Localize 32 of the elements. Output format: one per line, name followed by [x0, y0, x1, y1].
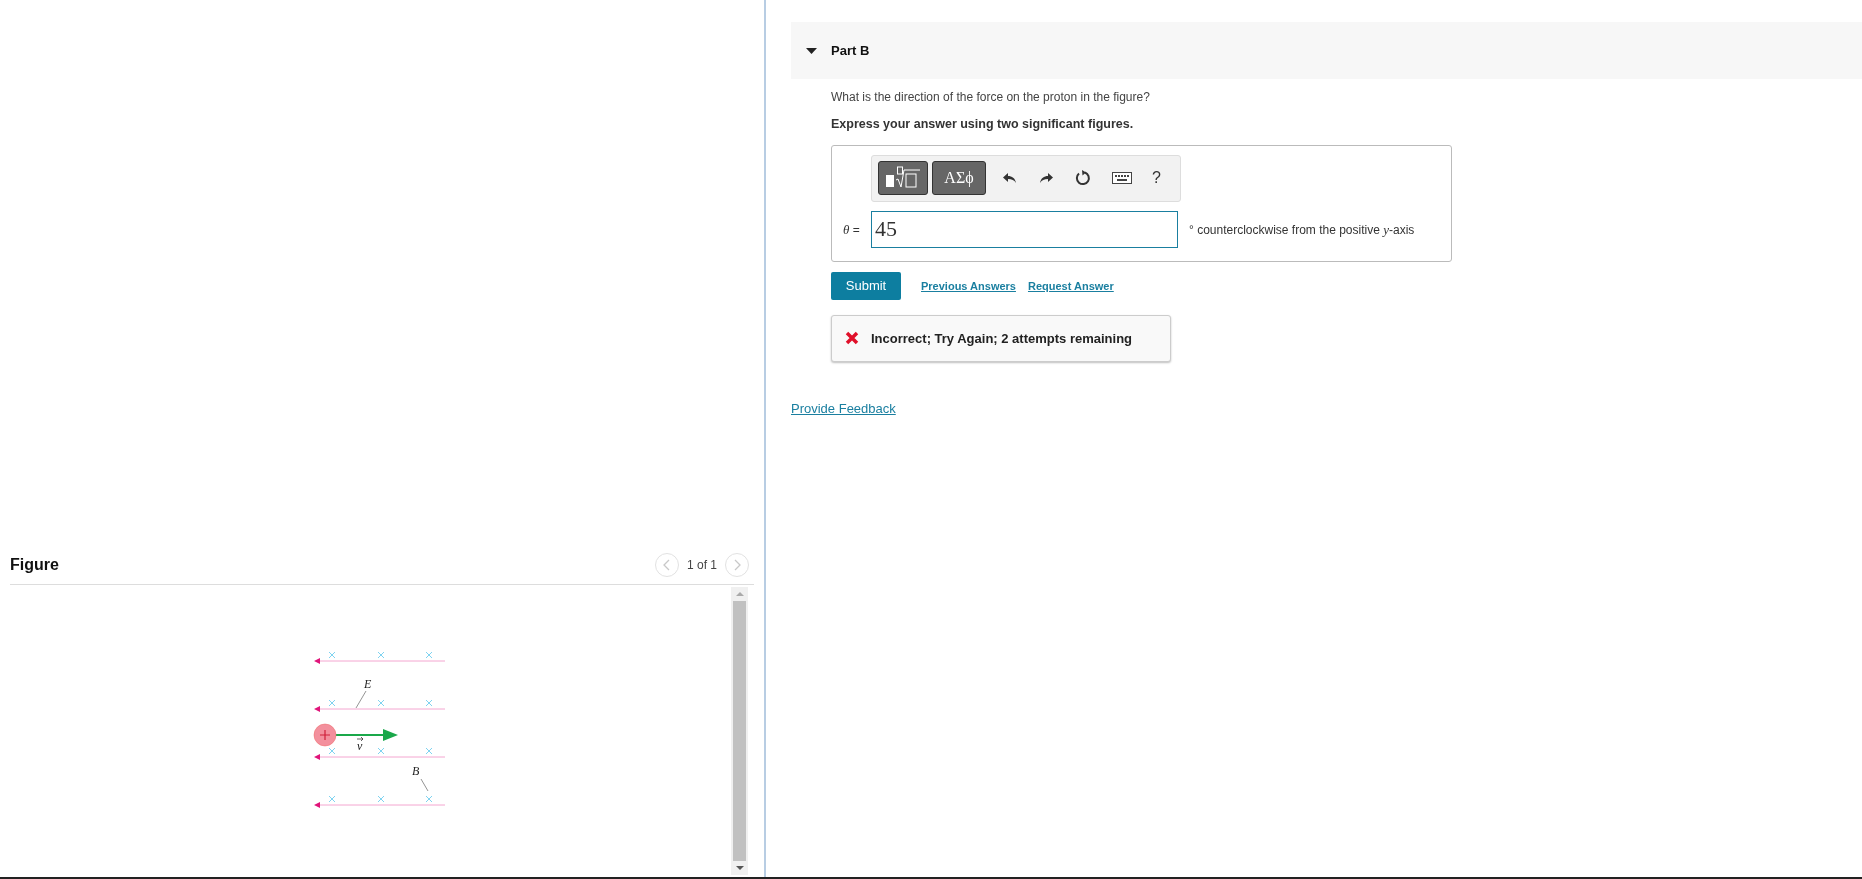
- instruction-text: Express your answer using two significant figures.: [831, 116, 1134, 133]
- fraction-root-icon: [884, 166, 922, 191]
- unit-text: ° counterclockwise from the positive y-axis: [1189, 220, 1415, 239]
- page-indicator: 1 of 1: [686, 557, 717, 574]
- leader-line: [420, 778, 429, 792]
- caret-down-icon: [806, 46, 817, 55]
- chevron-left-icon: [662, 559, 671, 571]
- vector-arrow-icon: [356, 736, 364, 742]
- proton-drawing: [313, 723, 337, 747]
- scrollbar[interactable]: [731, 587, 748, 875]
- figure-label: E: [364, 677, 372, 691]
- symbols-button[interactable]: ΑΣϕ: [932, 161, 986, 196]
- feedback-text: Incorrect; Try Again; 2 attempts remaining: [871, 329, 1133, 348]
- provide-feedback-link[interactable]: Provide Feedback: [791, 398, 896, 419]
- answer-input[interactable]: 45: [871, 210, 1178, 248]
- help-button[interactable]: ?: [1152, 166, 1161, 191]
- figure-label: B: [412, 764, 420, 778]
- figure-title: Figure: [10, 555, 59, 575]
- cross-icon: [845, 331, 859, 346]
- leader-line: [355, 690, 367, 709]
- variable-label: θ =: [843, 220, 861, 239]
- keyboard-icon[interactable]: [1112, 172, 1132, 185]
- chevron-right-icon: [733, 559, 741, 571]
- question-text: What is the direction of the force on the proton in the figure?: [831, 89, 1150, 106]
- reset-icon[interactable]: [1074, 169, 1092, 188]
- figure-label: v: [357, 739, 363, 753]
- templates-button[interactable]: [878, 161, 928, 196]
- scrollbar-thumb[interactable]: [733, 601, 746, 861]
- submit-button[interactable]: Submit: [831, 271, 901, 300]
- answer-link[interactable]: Previous Answers: [921, 277, 1016, 294]
- answer-link[interactable]: Request Answer: [1027, 277, 1114, 294]
- part-header[interactable]: Part B: [791, 22, 1862, 79]
